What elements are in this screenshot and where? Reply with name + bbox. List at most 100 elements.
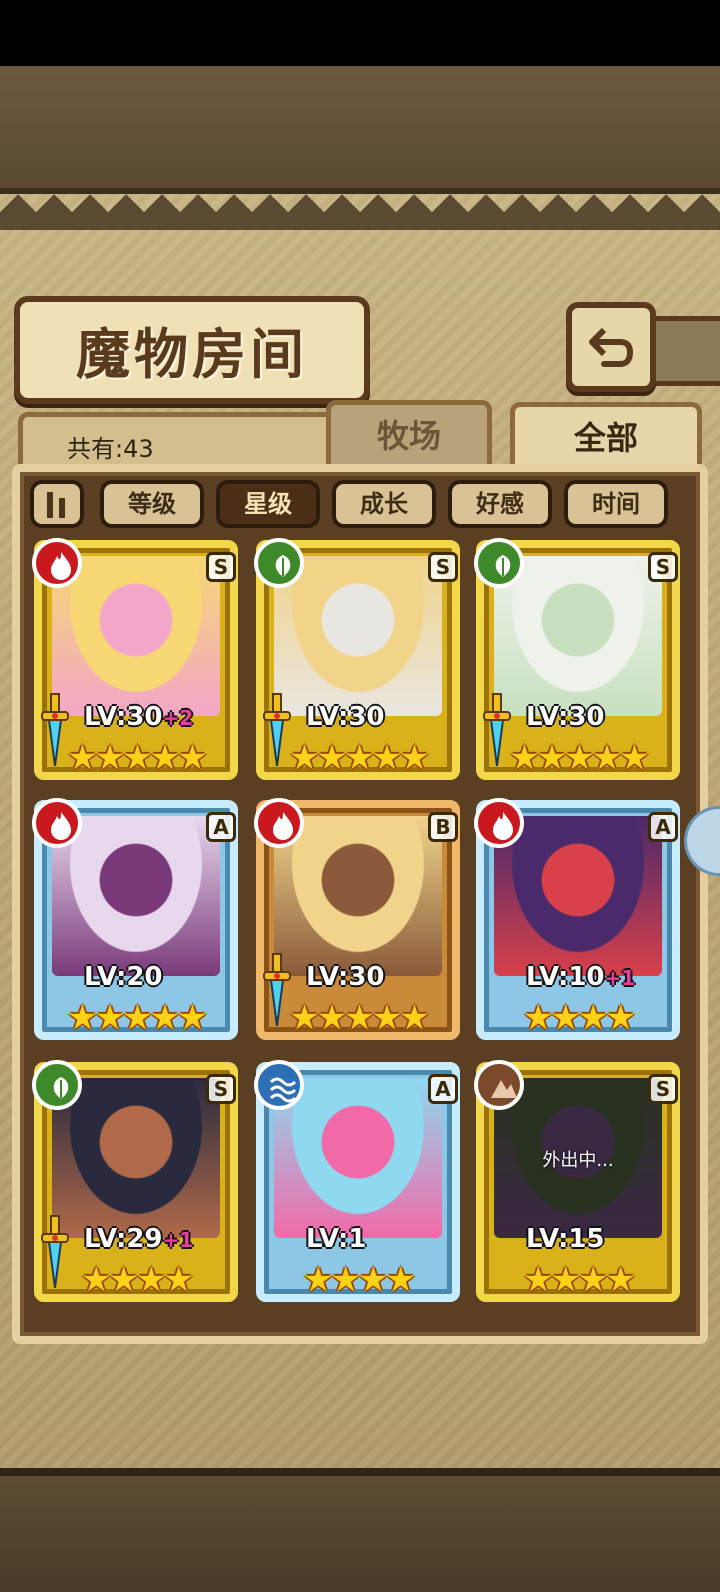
- monster-level: LV:20: [84, 962, 163, 992]
- earth-element-icon: [474, 1060, 524, 1110]
- monster-portrait: [52, 1078, 220, 1238]
- star-icon: ★: [136, 1260, 167, 1300]
- sort-by-star-button[interactable]: 星级: [216, 480, 320, 528]
- back-arrow-icon: [589, 327, 634, 367]
- monster-portrait: [52, 556, 220, 716]
- star-icon: ★: [385, 1260, 416, 1300]
- status-bar: [0, 0, 720, 66]
- monster-card[interactable]: S LV:30 ★★★★★: [474, 538, 680, 780]
- star-icon: ★: [344, 998, 375, 1038]
- monster-card[interactable]: S LV:30+2 ★★★★★: [32, 538, 238, 780]
- monster-portrait: [274, 816, 442, 976]
- rank-badge: B: [428, 812, 458, 842]
- sort-by-level-button[interactable]: 等级: [100, 480, 204, 528]
- top-background: [0, 66, 720, 194]
- star-icon: ★: [523, 998, 554, 1038]
- monster-count: 共有:43: [67, 435, 154, 463]
- tab-ranch[interactable]: 牧场: [326, 400, 492, 467]
- level-text: LV:30: [84, 702, 163, 732]
- star-icon: ★: [303, 1260, 334, 1300]
- monster-card[interactable]: A LV:20 ★★★★★: [32, 798, 238, 1040]
- star-icon: ★: [177, 738, 208, 778]
- monster-level: LV:29+1: [84, 1224, 193, 1254]
- away-status: 外出中...: [542, 1150, 614, 1171]
- monster-portrait: [494, 816, 662, 976]
- star-rating: ★★★★★: [34, 998, 238, 1038]
- monster-level: LV:10+1: [526, 962, 635, 992]
- star-icon: ★: [371, 738, 403, 778]
- monster-card[interactable]: 外出中... S LV:15 ★★★★: [474, 1060, 680, 1302]
- fire-element-icon: [254, 798, 304, 848]
- sort-by-growth-button[interactable]: 成长: [332, 480, 436, 528]
- monster-level: LV:30: [526, 702, 605, 732]
- star-icon: ★: [177, 998, 208, 1038]
- star-icon: ★: [163, 1260, 194, 1300]
- leaf-element-icon: [474, 538, 524, 588]
- level-text: LV:20: [84, 962, 163, 992]
- monster-level: LV:30: [306, 702, 385, 732]
- monster-card[interactable]: A LV:10+1 ★★★★: [474, 798, 680, 1040]
- leaf-element-icon: [32, 1060, 82, 1110]
- fire-element-icon: [32, 798, 82, 848]
- tab-label: 牧场: [376, 417, 441, 455]
- star-icon: ★: [94, 998, 126, 1038]
- star-icon: ★: [122, 998, 153, 1038]
- star-icon: ★: [550, 998, 582, 1038]
- level-text: LV:29: [84, 1224, 163, 1254]
- monster-card[interactable]: S LV:29+1 ★★★★: [32, 1060, 238, 1302]
- star-icon: ★: [67, 738, 98, 778]
- star-icon: ★: [536, 738, 568, 778]
- monster-card[interactable]: S LV:30 ★★★★★: [254, 538, 460, 780]
- rank-badge: S: [648, 1074, 678, 1104]
- star-icon: ★: [591, 738, 623, 778]
- monster-level: LV:30: [306, 962, 385, 992]
- fire-element-icon: [32, 538, 82, 588]
- monster-level: LV:30+2: [84, 702, 193, 732]
- fire-element-icon: [474, 798, 524, 848]
- back-button-rail: [646, 316, 720, 386]
- star-icon: ★: [122, 738, 153, 778]
- rank-badge: S: [206, 1074, 236, 1104]
- monster-level: LV:15: [526, 1224, 605, 1254]
- rank-badge: A: [428, 1074, 458, 1104]
- sort-order-icon: [47, 492, 53, 518]
- monster-card[interactable]: B LV:30 ★★★★★: [254, 798, 460, 1040]
- water-element-icon: [254, 1060, 304, 1110]
- back-button[interactable]: [566, 302, 656, 392]
- star-rating: ★★★★★: [34, 738, 238, 778]
- leaf-element-icon: [254, 538, 304, 588]
- star-rating: ★★★★★: [256, 738, 460, 778]
- rank-badge: A: [648, 812, 678, 842]
- level-bonus: +1: [604, 966, 636, 990]
- star-icon: ★: [605, 998, 636, 1038]
- star-rating: ★★★★: [476, 998, 680, 1038]
- star-rating: ★★★★★: [256, 998, 460, 1038]
- star-rating: ★★★★: [34, 1260, 238, 1300]
- sort-order-icon: [59, 498, 65, 518]
- star-icon: ★: [550, 1260, 582, 1300]
- level-bonus: +1: [162, 1228, 194, 1252]
- level-text: LV:30: [306, 962, 385, 992]
- page-title: 魔物房间: [76, 322, 308, 386]
- star-icon: ★: [94, 738, 126, 778]
- monster-level: LV:1: [306, 1224, 366, 1254]
- star-icon: ★: [578, 998, 609, 1038]
- level-bonus: +2: [162, 706, 194, 730]
- monster-card[interactable]: A LV:1 ★★★★: [254, 1060, 460, 1302]
- tab-label: 全部: [573, 419, 638, 457]
- level-text: LV:30: [306, 702, 385, 732]
- star-icon: ★: [108, 1260, 140, 1300]
- rank-badge: A: [206, 812, 236, 842]
- rank-badge: S: [428, 552, 458, 582]
- sort-by-time-button[interactable]: 时间: [564, 480, 668, 528]
- sort-bar: 等级 星级 成长 好感 时间: [30, 480, 690, 532]
- star-icon: ★: [149, 998, 181, 1038]
- sort-by-affection-button[interactable]: 好感: [448, 480, 552, 528]
- star-icon: ★: [81, 1260, 112, 1300]
- sort-order-toggle[interactable]: [30, 480, 84, 528]
- star-icon: ★: [605, 1260, 636, 1300]
- star-icon: ★: [399, 998, 430, 1038]
- star-icon: ★: [67, 998, 98, 1038]
- level-text: LV:30: [526, 702, 605, 732]
- monster-portrait: [274, 556, 442, 716]
